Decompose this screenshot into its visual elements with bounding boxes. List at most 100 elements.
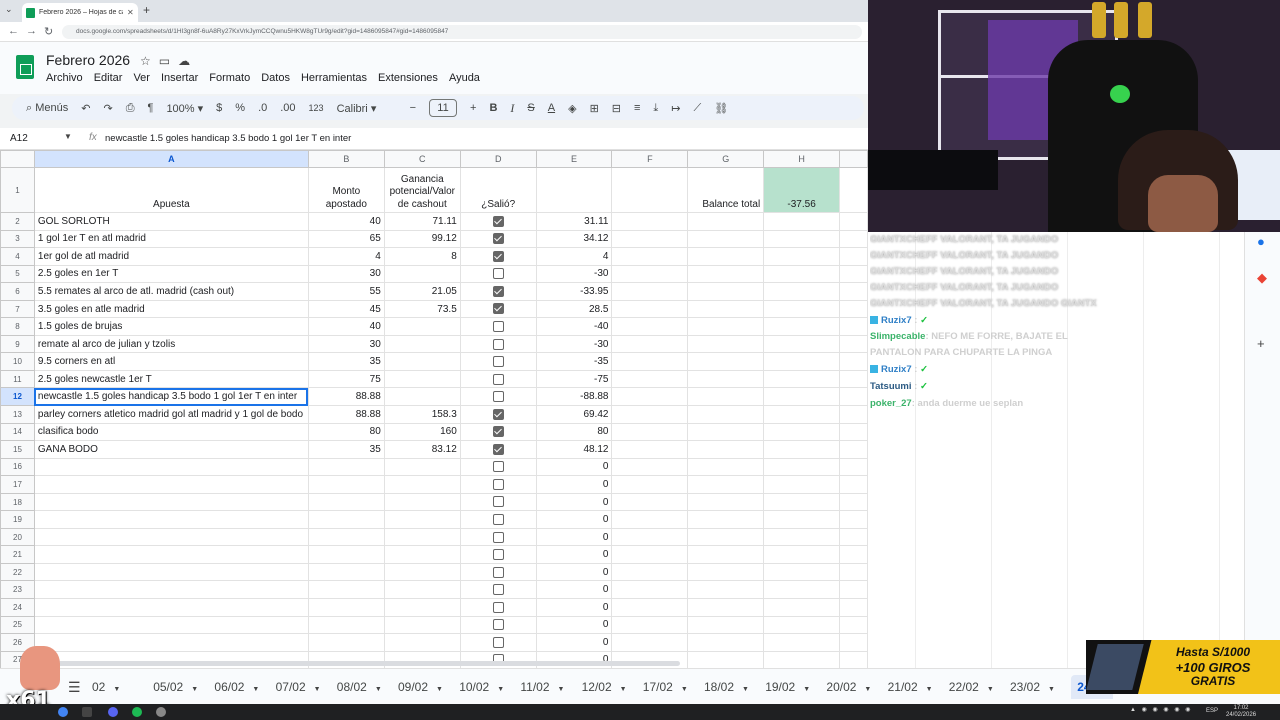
cell-empty[interactable] — [763, 369, 841, 389]
cell-ganancia[interactable] — [383, 615, 461, 635]
cell-ganancia[interactable] — [383, 527, 461, 547]
cell-empty[interactable] — [763, 510, 841, 529]
cell-ganancia[interactable] — [383, 598, 461, 617]
balance-total-label[interactable]: Balance total — [687, 167, 765, 213]
sheet-tab-dropdown-icon[interactable]: ▼ — [375, 686, 382, 693]
cell-resultado[interactable]: 69.42 — [535, 405, 613, 424]
cell-empty[interactable] — [611, 598, 689, 617]
font-select[interactable]: Calibri ▾ — [337, 102, 397, 115]
cell-monto[interactable] — [307, 598, 385, 617]
decrease-decimal-button[interactable]: .0 — [258, 102, 267, 114]
row-header[interactable]: 18 — [0, 492, 35, 512]
sheet-tab-dropdown-icon[interactable]: ▼ — [864, 686, 871, 693]
cell-empty[interactable] — [839, 352, 868, 371]
cell-empty[interactable] — [611, 580, 689, 600]
checkbox-unchecked[interactable] — [492, 391, 504, 403]
cloud-status-icon[interactable]: ☁ — [178, 54, 198, 68]
menu-editar[interactable]: Editar — [94, 72, 123, 84]
cell-empty[interactable] — [611, 475, 689, 494]
cell-empty[interactable] — [611, 352, 689, 371]
cell-monto[interactable] — [307, 492, 385, 512]
cell-monto[interactable] — [307, 457, 385, 477]
cell-empty[interactable] — [839, 650, 868, 668]
cell-apuesta[interactable] — [33, 510, 309, 529]
cell-apuesta[interactable] — [33, 615, 309, 635]
checkbox-unchecked[interactable] — [492, 619, 504, 631]
cell-apuesta[interactable]: 5.5 remates al arco de atl. madrid (cash… — [33, 282, 309, 301]
cell-salio[interactable] — [459, 369, 537, 389]
cell-empty[interactable] — [687, 527, 765, 547]
cell-salio[interactable] — [459, 580, 537, 600]
sheet-tab[interactable]: 10/02 ▼ — [459, 675, 504, 699]
cell-empty[interactable] — [611, 510, 689, 529]
insert-link-icon[interactable]: ⛓ — [714, 102, 728, 115]
cell-empty[interactable] — [763, 580, 841, 600]
cell-empty[interactable] — [763, 633, 841, 652]
cell-empty[interactable] — [763, 598, 841, 617]
cell-empty[interactable] — [839, 229, 868, 249]
cell-empty[interactable] — [839, 510, 868, 529]
chrome-icon[interactable] — [58, 707, 68, 717]
cell-resultado[interactable]: 4 — [535, 247, 613, 266]
language-indicator[interactable]: ESP — [1206, 708, 1218, 714]
cell-empty[interactable] — [839, 405, 868, 424]
cell-empty[interactable] — [839, 369, 868, 389]
sheet-tab-dropdown-icon[interactable]: ▼ — [191, 686, 198, 693]
zoom-select[interactable]: 100% ▾ — [166, 102, 203, 115]
row-header[interactable]: 8 — [0, 317, 35, 336]
cell-empty[interactable] — [611, 334, 689, 354]
sheet-tab[interactable]: 08/02 ▼ — [337, 675, 382, 699]
menu-extensiones[interactable]: Extensiones — [378, 72, 438, 84]
cell-resultado[interactable]: -35 — [535, 352, 613, 371]
increase-decimal-button[interactable]: .00 — [280, 102, 295, 114]
checkbox-unchecked[interactable] — [492, 496, 504, 508]
cell-empty[interactable] — [611, 212, 689, 231]
cell-empty[interactable] — [611, 633, 689, 652]
sheet-tab-dropdown-icon[interactable]: ▼ — [926, 686, 933, 693]
cell-resultado[interactable]: 0 — [535, 492, 613, 512]
cell-empty[interactable] — [611, 405, 689, 424]
doc-title[interactable]: Febrero 2026 — [46, 52, 130, 68]
cell-empty[interactable] — [839, 282, 868, 301]
row-header[interactable]: 14 — [0, 422, 35, 442]
cell-ganancia[interactable] — [383, 334, 461, 354]
cell-apuesta[interactable] — [33, 580, 309, 600]
cell-empty[interactable] — [687, 457, 765, 477]
cell-salio[interactable] — [459, 545, 537, 564]
cell-apuesta[interactable] — [33, 545, 309, 564]
cell-resultado[interactable]: -40 — [535, 317, 613, 336]
cell-empty[interactable] — [687, 405, 765, 424]
cell-ganancia[interactable]: 71.11 — [383, 212, 461, 231]
cell-empty[interactable] — [687, 440, 765, 459]
horizontal-align-icon[interactable]: ≡ — [634, 102, 640, 114]
cell-empty[interactable] — [687, 650, 765, 668]
sheet-tab[interactable]: 09/02 ▼ — [398, 675, 443, 699]
name-box[interactable]: A12 — [10, 133, 28, 144]
cell-apuesta[interactable]: 2.5 goles newcastle 1er T — [33, 369, 309, 389]
cell-empty[interactable] — [611, 229, 689, 249]
cell-empty[interactable] — [839, 457, 868, 477]
menu-formato[interactable]: Formato — [209, 72, 250, 84]
cell-apuesta[interactable] — [33, 527, 309, 547]
percent-button[interactable]: % — [235, 102, 245, 114]
row-header[interactable]: 1 — [0, 167, 35, 213]
cell-monto[interactable]: 75 — [307, 369, 385, 389]
cell-monto[interactable]: 40 — [307, 317, 385, 336]
cell-resultado[interactable]: 0 — [535, 580, 613, 600]
sheet-tab[interactable]: 17/02 ▼ — [643, 675, 688, 699]
cell-empty[interactable] — [839, 422, 868, 442]
cell-salio[interactable] — [459, 405, 537, 424]
cell-apuesta[interactable]: parley corners atletico madrid gol atl m… — [33, 405, 309, 424]
checkbox-unchecked[interactable] — [492, 338, 504, 350]
cell-salio[interactable] — [459, 633, 537, 652]
checkbox-unchecked[interactable] — [492, 601, 504, 613]
cell-empty[interactable] — [763, 615, 841, 635]
cell-empty[interactable] — [687, 369, 765, 389]
sheet-tab[interactable]: 18/02 ▼ — [704, 675, 749, 699]
cell-apuesta[interactable]: 1 gol 1er T en atl madrid — [33, 229, 309, 249]
menu-ver[interactable]: Ver — [133, 72, 150, 84]
cell-ganancia[interactable] — [383, 352, 461, 371]
horizontal-scrollbar[interactable] — [30, 661, 680, 666]
cell-empty[interactable] — [763, 387, 841, 407]
sheet-tab-dropdown-icon[interactable]: ▼ — [681, 686, 688, 693]
